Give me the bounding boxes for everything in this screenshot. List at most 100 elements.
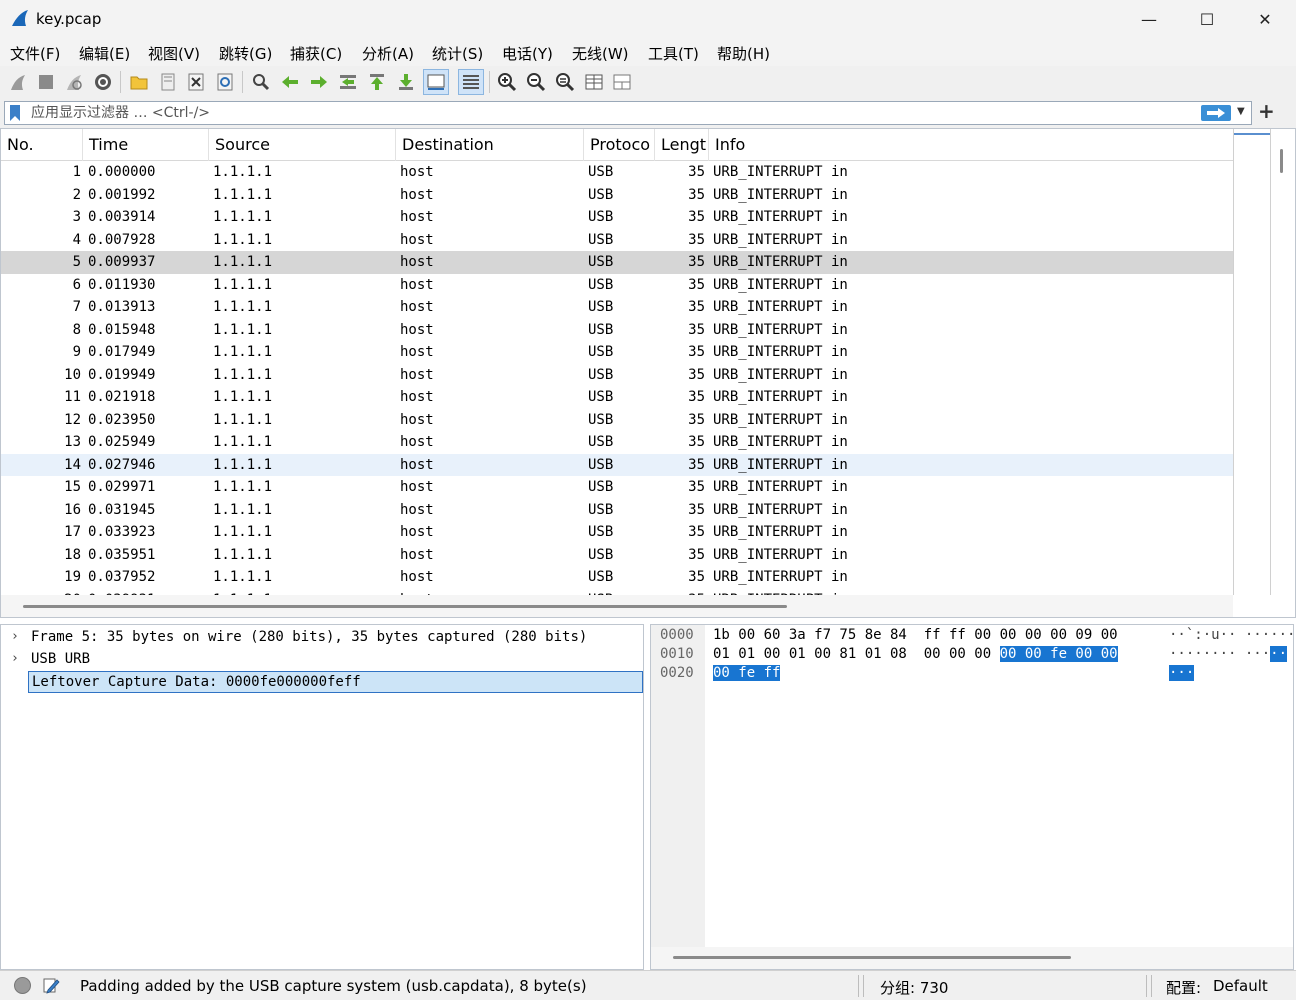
close-button[interactable]: ✕ — [1236, 0, 1294, 38]
menu-view[interactable]: 视图(V) — [148, 43, 200, 64]
close-file-icon[interactable] — [183, 69, 209, 95]
table-row[interactable]: 3 0.003914 1.1.1.1 host USB 35 URB_INTERRUPT i… — [1, 206, 1233, 229]
cell-info: URB_INTERRUPT in — [713, 254, 848, 270]
autoscroll-icon[interactable] — [423, 69, 449, 95]
cell-source: 1.1.1.1 — [213, 389, 273, 405]
table-row[interactable]: 17 0.033923 1.1.1.1 host USB 35 URB_INTERRUPT … — [1, 521, 1233, 544]
table-row[interactable]: 6 0.011930 1.1.1.1 host USB 35 URB_INTERRUPT i… — [1, 274, 1233, 297]
column-header-protocol[interactable]: Protoco — [584, 129, 655, 161]
menu-tools[interactable]: 工具(T) — [648, 43, 699, 64]
table-row[interactable]: 10 0.019949 1.1.1.1 host USB 35 URB_INTERRUPT … — [1, 364, 1233, 387]
scrollbar-thumb[interactable] — [23, 605, 787, 608]
packet-minimap[interactable] — [1233, 129, 1271, 595]
go-back-icon[interactable] — [277, 69, 303, 95]
tree-item-leftover-capture-data[interactable]: Leftover Capture Data: 0000fe000000feff — [28, 671, 643, 693]
cell-length: 35 — [688, 321, 705, 338]
cell-time: 0.015948 — [88, 321, 156, 338]
scrollbar-thumb[interactable] — [673, 956, 1071, 959]
menu-analyze[interactable]: 分析(A) — [362, 43, 414, 64]
menu-capture[interactable]: 捕获(C) — [290, 43, 342, 64]
apply-filter-arrow-icon[interactable] — [1201, 105, 1231, 121]
maximize-button[interactable]: ☐ — [1178, 0, 1236, 38]
menu-help[interactable]: 帮助(H) — [717, 43, 770, 64]
column-header-time[interactable]: Time — [83, 129, 209, 161]
cell-info: URB_INTERRUPT in — [713, 344, 848, 360]
capture-comment-icon[interactable] — [42, 976, 60, 994]
table-row[interactable]: 18 0.035951 1.1.1.1 host USB 35 URB_INTERRUPT … — [1, 544, 1233, 567]
zoom-in-icon[interactable] — [494, 69, 520, 95]
menu-wireless[interactable]: 无线(W) — [572, 43, 629, 64]
menu-edit[interactable]: 编辑(E) — [79, 43, 130, 64]
table-row[interactable]: 8 0.015948 1.1.1.1 host USB 35 URB_INTERRUPT i… — [1, 319, 1233, 342]
table-row[interactable]: 15 0.029971 1.1.1.1 host USB 35 URB_INTERRUPT … — [1, 476, 1233, 499]
column-header-length[interactable]: Lengt — [655, 129, 709, 161]
chevron-right-icon[interactable]: › — [11, 626, 19, 648]
table-row[interactable]: 9 0.017949 1.1.1.1 host USB 35 URB_INTERRUPT i… — [1, 341, 1233, 364]
reload-file-icon[interactable] — [212, 69, 238, 95]
find-packet-icon[interactable] — [248, 69, 274, 95]
packet-list-horizontal-scrollbar[interactable] — [1, 595, 1233, 617]
expert-info-led-icon[interactable] — [14, 977, 31, 994]
table-row[interactable]: 5 0.009937 1.1.1.1 host USB 35 URB_INTERRUPT i… — [1, 251, 1233, 274]
table-row[interactable]: 11 0.021918 1.1.1.1 host USB 35 URB_INTERRUPT … — [1, 386, 1233, 409]
go-forward-icon[interactable] — [306, 69, 332, 95]
cell-length: 35 — [688, 569, 705, 585]
table-row[interactable]: 19 0.037952 1.1.1.1 host USB 35 URB_INTERRUPT … — [1, 566, 1233, 589]
zoom-out-icon[interactable] — [523, 69, 549, 95]
cell-source: 1.1.1.1 — [213, 231, 273, 248]
table-row[interactable]: 14 0.027946 1.1.1.1 host USB 35 URB_INTERRUPT … — [1, 453, 1233, 476]
save-file-icon[interactable] — [155, 69, 181, 95]
cell-destination: host — [400, 209, 434, 225]
last-packet-icon[interactable] — [393, 69, 419, 95]
menu-telephony[interactable]: 电话(Y) — [502, 43, 553, 64]
cell-no: 3 — [72, 209, 81, 225]
column-header-no[interactable]: No. — [1, 129, 83, 161]
packet-list-vertical-scrollbar[interactable] — [1280, 149, 1283, 173]
go-to-packet-icon[interactable] — [335, 69, 361, 95]
bookmark-icon[interactable] — [10, 105, 20, 121]
bytes-hex-row[interactable]: 01 01 00 01 00 81 01 08 00 00 00 00 00 f… — [713, 646, 1118, 662]
resize-columns-icon[interactable] — [581, 69, 607, 95]
column-header-info[interactable]: Info — [709, 129, 1233, 161]
restart-capture-icon[interactable] — [61, 69, 87, 95]
colorize-icon[interactable] — [458, 69, 484, 95]
add-filter-button[interactable]: + — [1258, 99, 1275, 123]
bytes-ascii-row[interactable]: ··· — [1169, 665, 1195, 681]
stop-capture-icon[interactable] — [33, 69, 59, 95]
menu-file[interactable]: 文件(F) — [10, 43, 60, 64]
chevron-right-icon[interactable]: › — [11, 648, 19, 670]
filter-history-dropdown-icon[interactable]: ▼ — [1237, 106, 1245, 117]
cell-length: 35 — [688, 366, 705, 383]
table-row[interactable]: 16 0.031945 1.1.1.1 host USB 35 URB_INTERRUPT … — [1, 499, 1233, 522]
ascii-bytes-highlighted: ·· — [1270, 646, 1288, 662]
menu-go[interactable]: 跳转(G) — [219, 43, 272, 64]
display-filter-input[interactable] — [31, 103, 1191, 123]
cell-time: 0.035951 — [88, 546, 156, 563]
capture-options-icon[interactable] — [90, 69, 116, 95]
menu-statistics[interactable]: 统计(S) — [432, 43, 483, 64]
tree-item-usb-urb[interactable]: › USB URB — [1, 648, 641, 670]
minimize-button[interactable]: — — [1120, 0, 1178, 38]
bytes-horizontal-scrollbar[interactable] — [651, 947, 1293, 969]
start-capture-icon[interactable] — [5, 69, 31, 95]
table-row[interactable]: 2 0.001992 1.1.1.1 host USB 35 URB_INTERRUPT i… — [1, 184, 1233, 207]
cell-length: 35 — [688, 276, 705, 293]
bytes-hex-row[interactable]: 1b 00 60 3a f7 75 8e 84 ff ff 00 00 00 0… — [713, 627, 1118, 643]
tree-item-frame[interactable]: › Frame 5: 35 bytes on wire (280 bits), … — [1, 626, 641, 648]
column-header-source[interactable]: Source — [209, 129, 396, 161]
bytes-ascii-row[interactable]: ··`:·u·· ······ — [1169, 627, 1295, 643]
bytes-hex-row[interactable]: 00 fe ff — [713, 665, 781, 681]
normal-size-icon[interactable] — [552, 69, 578, 95]
first-packet-icon[interactable] — [364, 69, 390, 95]
cell-source: 1.1.1.1 — [213, 501, 273, 518]
bytes-ascii-row[interactable]: ········ ····· — [1169, 646, 1288, 662]
table-row[interactable]: 12 0.023950 1.1.1.1 host USB 35 URB_INTERRUPT … — [1, 409, 1233, 432]
layout-icon[interactable] — [609, 69, 635, 95]
open-file-icon[interactable] — [126, 69, 152, 95]
table-row[interactable]: 4 0.007928 1.1.1.1 host USB 35 URB_INTERRUPT i… — [1, 229, 1233, 252]
column-header-destination[interactable]: Destination — [396, 129, 584, 161]
table-row[interactable]: 7 0.013913 1.1.1.1 host USB 35 URB_INTERRUPT i… — [1, 296, 1233, 319]
table-row[interactable]: 13 0.025949 1.1.1.1 host USB 35 URB_INTERRUPT … — [1, 431, 1233, 454]
table-row[interactable]: 1 0.000000 1.1.1.1 host USB 35 URB_INTERRUPT i… — [1, 161, 1233, 184]
profile-selector[interactable]: Default — [1213, 977, 1268, 995]
